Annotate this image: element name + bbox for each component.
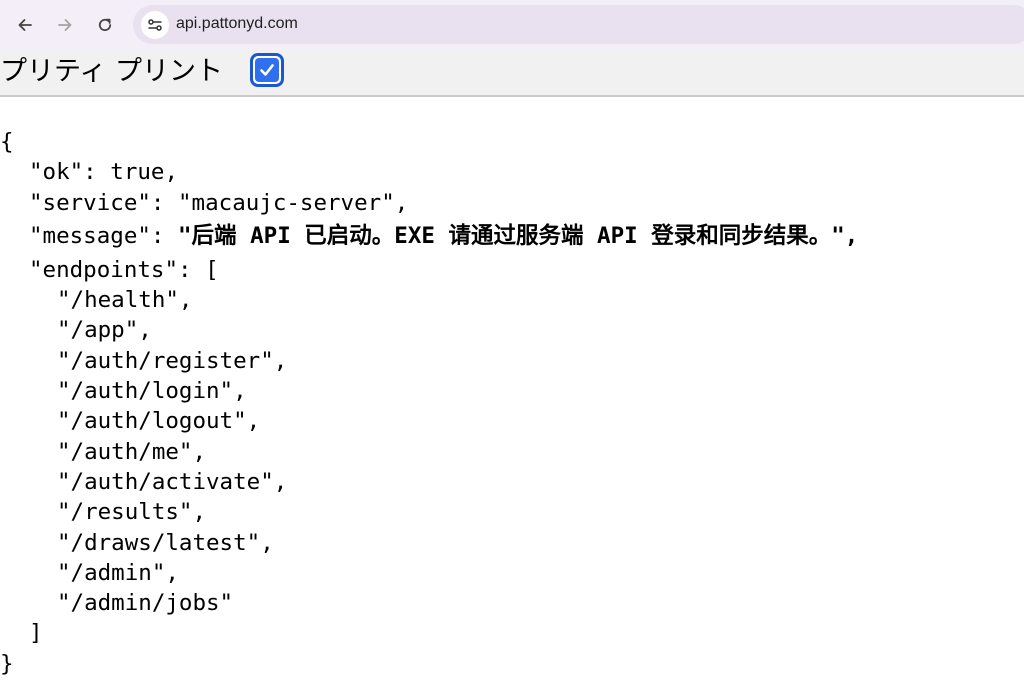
- json-endpoint-item: "/auth/me",: [57, 438, 207, 465]
- json-endpoint-item: "/app",: [57, 317, 152, 344]
- json-message-value: "后端 API 已启动。EXE 请通过服务端 API 登录和同步结果。",: [178, 222, 859, 249]
- reload-icon: [98, 18, 112, 31]
- json-message-line: "message": "后端 API 已启动。EXE 请通过服务端 API 登录…: [0, 218, 858, 255]
- pretty-print-bar: プリティ プリント: [0, 50, 1024, 97]
- json-endpoint-item: "/results",: [57, 499, 207, 526]
- json-endpoint-item: "/auth/login",: [57, 378, 247, 405]
- json-endpoint-item: "/draws/latest",: [57, 529, 274, 556]
- site-settings-icon: [148, 19, 162, 31]
- json-ok-line: "ok": true,: [29, 159, 179, 186]
- json-endpoint-item: "/auth/logout",: [57, 408, 261, 435]
- reload-button[interactable]: [92, 12, 118, 38]
- json-content: { "ok": true, "service": "macaujc-server…: [0, 127, 858, 679]
- back-button[interactable]: [12, 12, 38, 38]
- json-endpoint-item: "/health",: [57, 287, 193, 314]
- json-endpoint-item: "/auth/activate",: [57, 468, 288, 495]
- json-endpoint-item: "/auth/register",: [57, 347, 288, 374]
- json-endpoint-item: "/admin",: [57, 559, 179, 586]
- back-arrow-icon: [18, 19, 32, 31]
- browser-toolbar: api.pattonyd.com: [0, 0, 1024, 50]
- json-message-key: "message":: [29, 222, 179, 249]
- json-endpoints-close: ]: [29, 620, 43, 647]
- pretty-print-label: プリティ プリント: [0, 56, 223, 87]
- address-bar[interactable]: api.pattonyd.com: [133, 5, 1024, 44]
- checkbox-fill: [255, 58, 279, 82]
- json-endpoints-open: "endpoints": [: [29, 256, 219, 283]
- json-close-brace: }: [0, 650, 14, 677]
- forward-arrow-icon: [58, 19, 72, 31]
- forward-button[interactable]: [52, 12, 78, 38]
- site-info-button[interactable]: [141, 11, 169, 39]
- pretty-print-checkbox[interactable]: [250, 53, 284, 87]
- json-endpoint-item: "/admin/jobs": [57, 590, 234, 617]
- checkmark-icon: [260, 64, 274, 76]
- url-text[interactable]: api.pattonyd.com: [176, 14, 298, 34]
- json-service-line: "service": "macaujc-server",: [29, 189, 409, 216]
- json-open-brace: {: [0, 129, 14, 155]
